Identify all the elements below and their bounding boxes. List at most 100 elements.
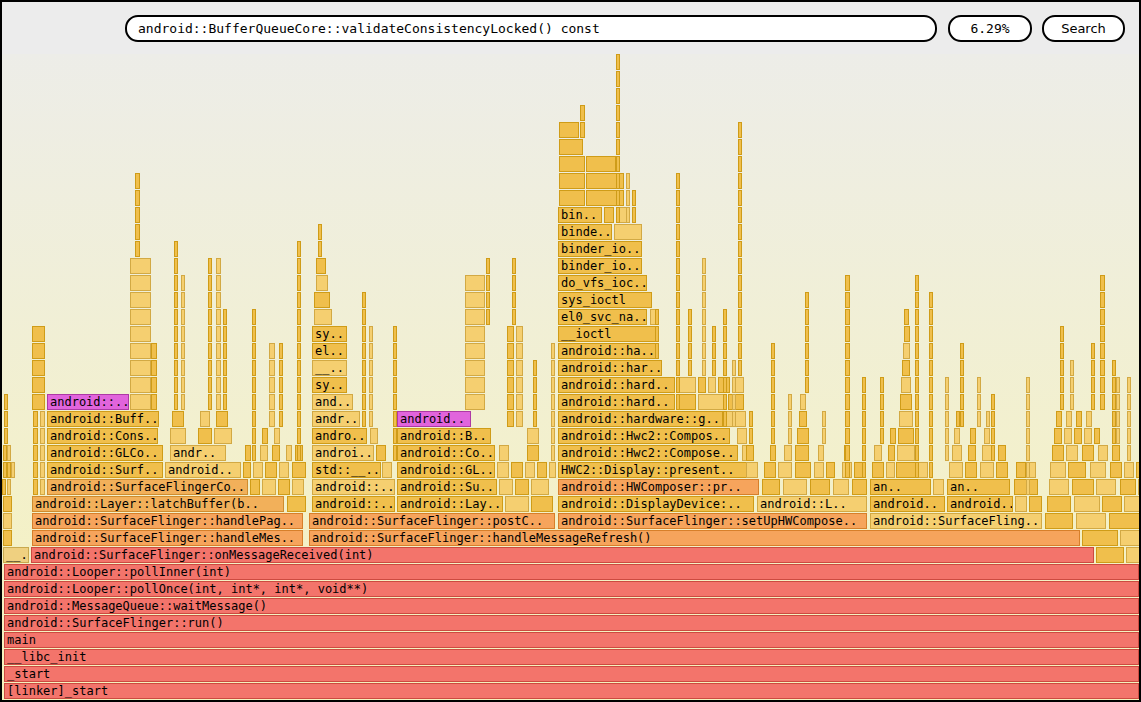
frame-small[interactable] [369,377,373,393]
frame-small[interactable] [723,394,727,410]
frame-small[interactable] [960,360,964,376]
frame[interactable]: __libc_init [4,649,1139,665]
frame-small[interactable] [245,445,251,461]
frame-small[interactable] [297,292,301,308]
frame-small[interactable] [1100,309,1105,325]
frame-small[interactable] [805,377,809,393]
frame-small[interactable] [1052,445,1064,461]
frame-small[interactable] [1074,496,1100,512]
frame-small[interactable] [1060,377,1064,393]
frame-small[interactable] [208,326,212,342]
frame-small[interactable] [915,411,919,427]
frame-small[interactable] [616,207,620,223]
frame-small[interactable] [465,343,485,359]
frame[interactable]: android::hard.. [558,377,675,393]
frame-small[interactable] [632,190,636,206]
frame-small[interactable] [216,309,221,325]
frame-small[interactable] [688,343,692,359]
frame-small[interactable] [316,258,326,274]
frame-small[interactable] [676,343,680,359]
frame-small[interactable] [676,360,680,376]
frame-small[interactable] [929,394,933,410]
frame-small[interactable] [1116,394,1120,410]
frame-small[interactable] [486,292,490,308]
frame-small[interactable] [216,411,228,427]
frame-small[interactable] [1126,547,1141,563]
frame-small[interactable] [533,360,537,376]
frame-small[interactable] [991,411,995,427]
frame-small[interactable] [465,275,485,291]
frame-small[interactable] [688,360,692,376]
frame-small[interactable] [702,292,706,308]
frame-small[interactable] [297,428,301,444]
frame-small[interactable] [805,292,809,308]
frame-small[interactable] [738,156,742,172]
frame-small[interactable] [516,343,523,359]
frame-small[interactable] [797,428,809,444]
frame-small[interactable] [746,445,754,461]
frame-small[interactable] [362,292,366,308]
frame-small[interactable] [3,530,12,546]
frame-small[interactable] [170,428,186,444]
frame-small[interactable] [533,394,537,410]
frame-small[interactable] [1120,479,1136,495]
frame[interactable]: android::SurfaceFlinger::handleMes.. [32,530,303,546]
frame[interactable]: android::SurfaceFlinger::handlePag.. [32,513,303,529]
frame-small[interactable] [135,224,140,240]
frame-small[interactable] [723,326,727,342]
frame-small[interactable] [279,360,283,376]
frame-small[interactable] [915,445,919,461]
frame-small[interactable] [516,326,523,342]
frame[interactable]: android.. [947,496,1013,512]
frame-small[interactable] [551,343,555,359]
frame-small[interactable] [676,190,680,206]
frame-small[interactable] [626,207,630,223]
frame-small[interactable] [214,428,232,444]
frame-small[interactable] [362,309,366,325]
frame-small[interactable] [604,207,614,223]
frame[interactable]: android::SurfaceFlinger::run() [4,615,1139,631]
frame-small[interactable] [986,411,990,427]
frame-small[interactable] [516,360,523,376]
frame-small[interactable] [278,479,290,495]
frame-small[interactable] [393,343,397,359]
frame[interactable]: andr.. [312,411,360,427]
frame-small[interactable] [4,411,8,427]
frame-small[interactable] [40,428,45,444]
frame-small[interactable] [33,479,38,495]
frame-small[interactable] [252,326,256,342]
frame-small[interactable] [1026,428,1030,444]
frame-small[interactable] [738,292,742,308]
frame-small[interactable] [1091,360,1095,376]
frame-small[interactable] [130,377,151,393]
frame-small[interactable] [151,360,157,376]
frame-small[interactable] [771,428,775,444]
frame-small[interactable] [174,275,178,291]
frame[interactable]: binder_io.. [558,258,642,274]
frame-small[interactable] [262,428,268,444]
frame-small[interactable] [1127,377,1131,393]
frame-small[interactable] [393,360,397,376]
frame-small[interactable] [1066,445,1078,461]
frame-small[interactable] [1070,377,1074,393]
frame-small[interactable] [507,411,514,427]
frame-small[interactable] [1091,394,1095,410]
frame-small[interactable] [833,479,849,495]
frame-small[interactable] [511,462,523,478]
frame-small[interactable] [265,462,277,478]
frame-small[interactable] [4,428,8,444]
frame-small[interactable] [1015,496,1027,512]
frame-small[interactable] [723,343,727,359]
frame-small[interactable] [896,462,916,478]
frame-small[interactable] [1064,428,1072,444]
frame-small[interactable] [362,326,366,342]
frame-small[interactable] [362,360,366,376]
frame-small[interactable] [33,428,38,444]
frame-small[interactable] [292,462,306,478]
frame-small[interactable] [262,479,276,495]
frame-small[interactable] [208,258,212,274]
frame-small[interactable] [723,377,727,393]
query-input[interactable]: android::BufferQueueCore::validateConsis… [125,15,937,42]
frame-small[interactable] [512,309,516,325]
frame-small[interactable] [980,462,994,478]
